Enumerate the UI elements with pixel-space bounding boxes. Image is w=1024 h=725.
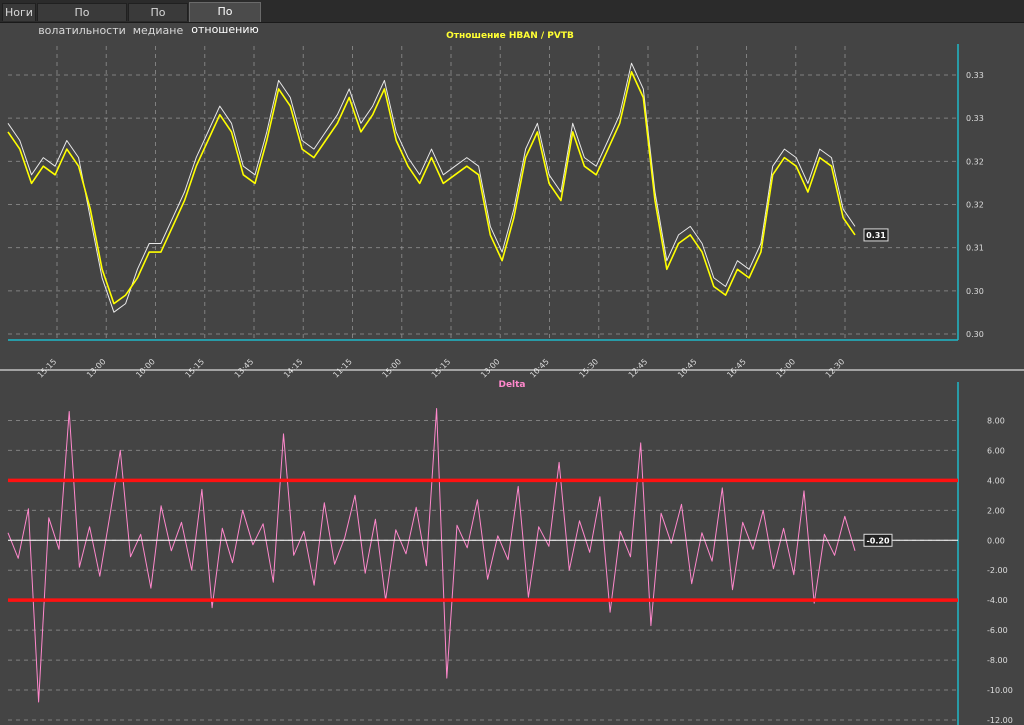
delta-series-line — [7, 408, 856, 703]
tab-bar: Ноги По волатильности По медиане По отно… — [0, 0, 1024, 37]
ratio-x-tick-label: 10:45 — [676, 357, 699, 380]
delta-y-axis: 8.00 6.00 4.00 2.00 0.00 -2.00 -4.00 -6.00 -8.00… — [987, 416, 1013, 725]
ratio-x-tick-label: 15:15 — [183, 357, 206, 380]
ratio-x-axis: 15:15 13:00 10:00 15:15 13:45 14:15 11:15 15:00… — [36, 357, 847, 380]
delta-y-tick-label: 8.00 — [987, 416, 1005, 425]
ratio-chart-title: Отношение HBAN / PVTB — [446, 31, 574, 41]
delta-y-tick-label: -8.00 — [987, 656, 1008, 665]
delta-y-tick-label: 0.00 — [987, 536, 1005, 545]
ratio-delta-chart: Отношение HBAN / PVTB 0.330.330.320.320.… — [0, 31, 1024, 725]
delta-panel: Delta 8.00 6.00 4.00 2.00 0.00 -2.00 -4.00 -6.0… — [7, 380, 1013, 725]
delta-reference-lines — [8, 478, 958, 602]
ratio-x-tick-label: 10:45 — [528, 357, 551, 380]
delta-last-value: -0.20 — [863, 533, 893, 547]
ratio-x-tick-label: 10:00 — [134, 357, 157, 380]
delta-y-tick-label: -12.00 — [987, 716, 1013, 725]
ratio-x-tick-label: 12:45 — [627, 357, 650, 380]
tab-legs[interactable]: Ноги — [2, 3, 36, 21]
ratio-panel: Отношение HBAN / PVTB 0.330.330.320.320.… — [0, 31, 1024, 380]
ratio-y-axis: 0.33 0.33 0.32 0.32 0.31 0.30 0.30 — [966, 71, 984, 339]
ratio-series — [7, 62, 856, 313]
ratio-x-tick-label: 15:00 — [774, 357, 797, 380]
ratio-x-tick-label: 12:30 — [824, 357, 847, 380]
delta-chart-title: Delta — [498, 380, 525, 390]
ratio-x-tick-label: 15:00 — [380, 357, 403, 380]
delta-series — [7, 408, 856, 703]
delta-y-tick-label: 2.00 — [987, 506, 1005, 515]
delta-y-tick-label: -2.00 — [987, 566, 1008, 575]
delta-y-tick-label: 6.00 — [987, 446, 1005, 455]
delta-y-tick-label: 4.00 — [987, 476, 1005, 485]
ratio-x-tick-label: 13:00 — [85, 357, 108, 380]
ratio-y-tick-label: 0.33 — [966, 114, 984, 123]
ratio-last-value: 0.31 — [863, 228, 889, 242]
delta-y-tick-label: -6.00 — [987, 626, 1008, 635]
tab-ratio[interactable]: По отношению — [189, 2, 261, 36]
ratio-x-tick-label: 15:15 — [430, 357, 453, 380]
ratio-y-tick-label: 0.32 — [966, 157, 984, 166]
tab-median[interactable]: По медиане — [128, 3, 188, 37]
ratio-y-tick-label: 0.33 — [966, 71, 984, 80]
ratio-y-tick-label: 0.30 — [966, 287, 984, 296]
ratio-y-tick-label: 0.31 — [966, 244, 984, 253]
tab-volatility[interactable]: По волатильности — [37, 3, 127, 37]
ratio-x-tick-label: 11:15 — [331, 357, 354, 380]
delta-grid — [8, 382, 959, 725]
ratio-y-tick-label: 0.32 — [966, 201, 984, 210]
delta-y-tick-label: -4.00 — [987, 596, 1008, 605]
ratio-grid — [8, 44, 959, 341]
ratio-y-tick-label: 0.30 — [966, 330, 984, 339]
delta-y-tick-label: -10.00 — [987, 686, 1013, 695]
ratio-x-tick-label: 14:15 — [282, 357, 305, 380]
ratio-series-line — [7, 70, 856, 305]
ratio-x-tick-label: 15:15 — [36, 357, 59, 380]
delta-last-value-label: -0.20 — [866, 536, 889, 545]
ratio-reference-series-line — [7, 62, 856, 313]
ratio-x-tick-label: 15:30 — [577, 357, 600, 380]
ratio-x-tick-label: 13:00 — [479, 357, 502, 380]
ratio-x-tick-label: 13:45 — [233, 357, 256, 380]
ratio-x-tick-label: 16:45 — [725, 357, 748, 380]
ratio-last-value-label: 0.31 — [866, 231, 886, 240]
